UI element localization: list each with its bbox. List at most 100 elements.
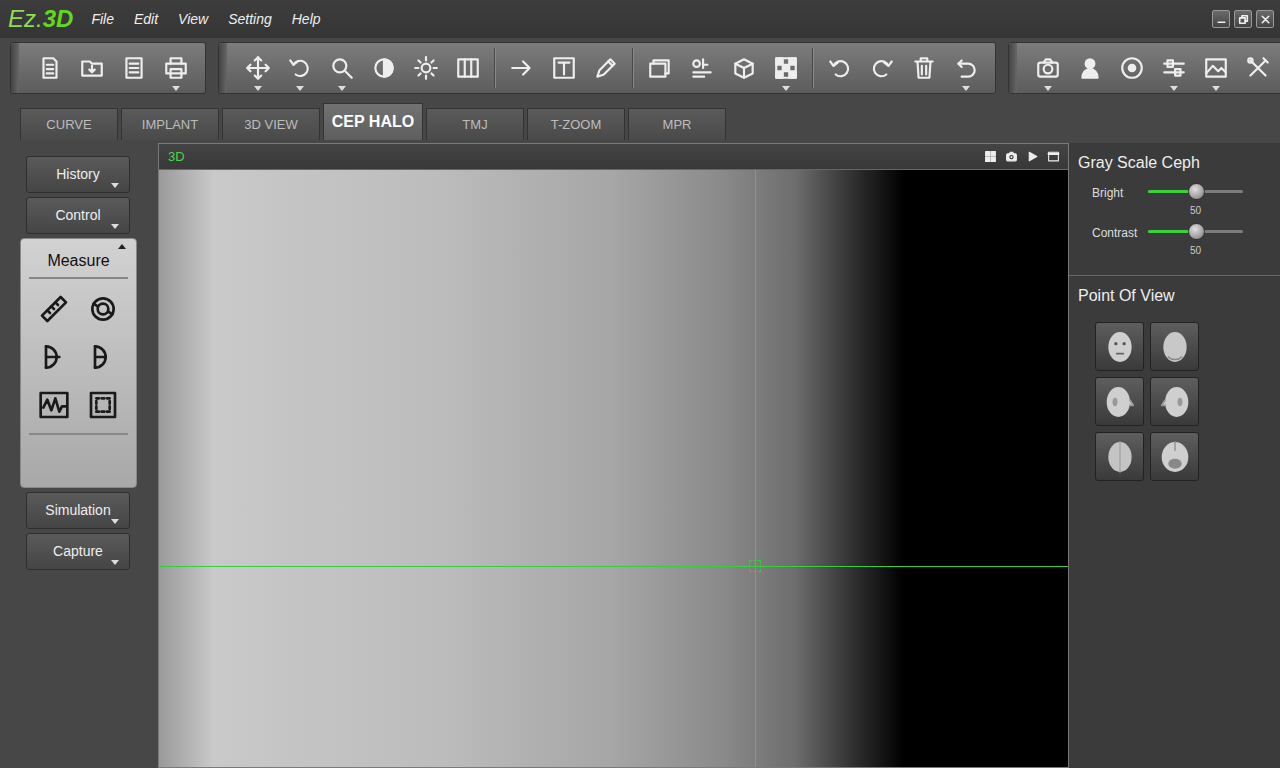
menu-item[interactable]: Setting — [228, 9, 272, 30]
undo-button[interactable] — [819, 43, 861, 93]
redo-button[interactable] — [861, 43, 903, 93]
tape-measure-button[interactable] — [85, 291, 121, 327]
region-icon — [87, 389, 119, 421]
tab[interactable]: CEP HALO — [323, 103, 423, 140]
ruler-button[interactable] — [36, 291, 72, 327]
abc-button[interactable] — [681, 43, 723, 93]
save-icon — [121, 55, 147, 81]
minimize-button[interactable] — [1212, 10, 1230, 28]
redo-icon — [869, 55, 895, 81]
sidebar-item[interactable]: Capture — [26, 533, 130, 570]
region-button[interactable] — [85, 387, 121, 423]
tab[interactable]: T-ZOOM — [527, 108, 625, 140]
tools-button[interactable] — [1237, 43, 1279, 93]
align-button[interactable] — [1153, 43, 1195, 93]
zoom-button[interactable] — [321, 43, 363, 93]
person-button[interactable] — [1069, 43, 1111, 93]
dropdown-icon — [172, 86, 180, 91]
toolbar-grip[interactable] — [11, 43, 19, 93]
camera-button[interactable] — [1027, 43, 1069, 93]
checker-button[interactable] — [765, 43, 807, 93]
tab[interactable]: CURVE — [20, 108, 118, 140]
dropdown-icon — [1044, 86, 1052, 91]
crosshair-vertical[interactable] — [755, 170, 756, 767]
print-icon — [163, 55, 189, 81]
angle-3d-button[interactable] — [85, 339, 121, 375]
tab[interactable]: MPR — [628, 108, 726, 140]
layers-button[interactable] — [639, 43, 681, 93]
maximize-button[interactable] — [1047, 150, 1060, 163]
cube-button[interactable] — [723, 43, 765, 93]
view-right-button[interactable] — [1150, 377, 1199, 426]
sidebar-item[interactable]: Measure — [29, 245, 128, 279]
view-left-button[interactable] — [1095, 377, 1144, 426]
sidebar-item[interactable]: Simulation — [26, 492, 130, 529]
save-button[interactable] — [113, 43, 155, 93]
reset-button[interactable] — [945, 43, 987, 93]
tab[interactable]: IMPLANT — [121, 108, 219, 140]
arrow-icon — [509, 55, 535, 81]
viewport-header: 3D — [159, 144, 1068, 170]
abc-icon — [689, 55, 715, 81]
arrow-button[interactable] — [501, 43, 543, 93]
text-button[interactable] — [543, 43, 585, 93]
angle-button[interactable] — [36, 339, 72, 375]
snapshot-button[interactable] — [1005, 150, 1018, 163]
sidebar-item[interactable]: Control — [26, 197, 130, 234]
disc-icon — [1119, 55, 1145, 81]
close-button[interactable] — [1256, 10, 1274, 28]
menu-item[interactable]: File — [91, 9, 114, 30]
menu-bar: File Edit View Setting Help — [91, 9, 320, 30]
contrast-button[interactable] — [363, 43, 405, 93]
slider-track[interactable]: 50 — [1148, 183, 1243, 219]
play-button[interactable] — [1026, 150, 1039, 163]
slider-thumb[interactable] — [1188, 223, 1205, 240]
toolbar-grip[interactable] — [219, 43, 227, 93]
collapse-icon[interactable] — [118, 244, 126, 249]
view-top-button[interactable] — [1095, 432, 1144, 481]
restore-button[interactable] — [1234, 10, 1252, 28]
columns-button[interactable] — [447, 43, 489, 93]
tab-bar: CURVEIMPLANT3D VIEWCEP HALOTMJT-ZOOMMPR — [0, 103, 1280, 140]
pencil-button[interactable] — [585, 43, 627, 93]
tab[interactable]: TMJ — [426, 108, 524, 140]
tab[interactable]: 3D VIEW — [222, 108, 320, 140]
toolbar-group — [218, 42, 996, 94]
dropdown-icon — [1170, 86, 1178, 91]
sidebar-label: Capture — [53, 541, 103, 562]
open-button[interactable] — [71, 43, 113, 93]
trash-button[interactable] — [903, 43, 945, 93]
view-front-button[interactable] — [1095, 322, 1144, 371]
print-button[interactable] — [155, 43, 197, 93]
xray-image[interactable] — [159, 170, 1068, 767]
window-controls — [1212, 10, 1274, 28]
menu-item[interactable]: Help — [292, 9, 321, 30]
rotate-button[interactable] — [279, 43, 321, 93]
dropdown-icon — [111, 224, 119, 229]
slider-track[interactable]: 50 — [1148, 223, 1243, 259]
section-title: Gray Scale Ceph — [1078, 151, 1272, 175]
move-button[interactable] — [237, 43, 279, 93]
ruler-icon — [38, 293, 70, 325]
layout-button[interactable] — [984, 150, 997, 163]
new-button[interactable] — [29, 43, 71, 93]
title-bar: Ez.3DFileEditViewSettingHelp — [0, 0, 1280, 38]
slider-thumb[interactable] — [1188, 183, 1205, 200]
crosshair-center[interactable] — [749, 560, 761, 572]
toolbar-grip[interactable] — [1009, 43, 1017, 93]
profile-button[interactable] — [36, 387, 72, 423]
disc-button[interactable] — [1111, 43, 1153, 93]
profile-icon — [38, 389, 70, 421]
point-of-view-section: Point Of View — [1069, 275, 1280, 493]
maximize-icon — [1047, 150, 1060, 163]
head-bottom-icon — [1155, 437, 1195, 477]
brightness-button[interactable] — [405, 43, 447, 93]
menu-item[interactable]: View — [178, 9, 208, 30]
view-bottom-button[interactable] — [1150, 432, 1199, 481]
slider-row: Contrast50 — [1092, 223, 1272, 259]
menu-item[interactable]: Edit — [134, 9, 158, 30]
sidebar-item[interactable]: History — [26, 156, 130, 193]
view-back-button[interactable] — [1150, 322, 1199, 371]
image-button[interactable] — [1195, 43, 1237, 93]
crosshair-horizontal[interactable] — [159, 566, 1068, 567]
